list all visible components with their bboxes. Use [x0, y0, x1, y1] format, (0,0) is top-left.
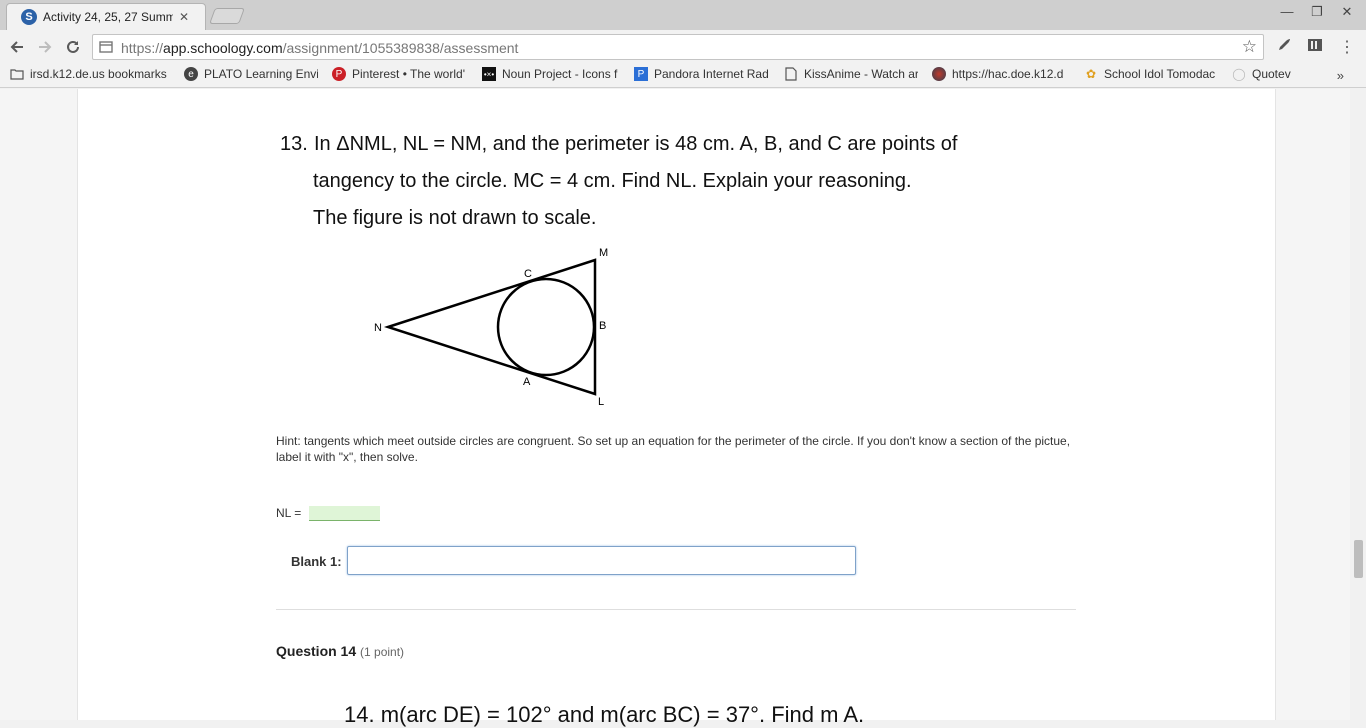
bookmark-item[interactable]: irsd.k12.de.us bookmarks [10, 67, 180, 81]
url-text: https://app.schoology.com/assignment/105… [121, 40, 519, 56]
page-scrollbar[interactable] [1350, 89, 1366, 720]
bookmark-item[interactable]: ◯ Quotev [1232, 67, 1302, 81]
new-tab-button[interactable] [209, 8, 245, 24]
inscribed-circle [496, 277, 596, 377]
close-window-icon[interactable]: ✕ [1332, 4, 1362, 20]
globe-icon [932, 67, 946, 81]
address-bar[interactable]: https://app.schoology.com/assignment/105… [92, 34, 1264, 60]
browser-tab[interactable]: S Activity 24, 25, 27 Summ ✕ [6, 3, 206, 30]
question-divider [276, 609, 1076, 610]
back-arrow-icon[interactable] [6, 36, 28, 58]
question-14-title: Question 14 [276, 643, 357, 659]
menu-icon[interactable]: ⋮ [1337, 37, 1357, 57]
bookmark-item[interactable]: •×• Noun Project - Icons f [482, 67, 620, 81]
tab-close-icon[interactable]: ✕ [179, 10, 189, 24]
rocket-extension-icon[interactable] [1274, 37, 1294, 57]
schoology-favicon-icon: S [21, 9, 37, 25]
question-14-header: Question 14 (1 point) [276, 643, 404, 659]
bookmark-item[interactable]: e PLATO Learning Envi [184, 67, 318, 81]
label-b: B [599, 320, 606, 332]
school-idol-icon: ✿ [1085, 67, 1097, 81]
bookmark-item[interactable]: ✿ School Idol Tomodac [1084, 67, 1220, 81]
more-bookmarks-icon[interactable]: » [1337, 68, 1344, 83]
page-info-icon[interactable] [99, 40, 113, 54]
bookmark-item[interactable]: KissAnime - Watch ar [784, 67, 918, 81]
tab-strip: S Activity 24, 25, 27 Summ ✕ — ❐ ✕ [0, 0, 1366, 30]
question-14-text: 14. m(arc DE) = 102° and m(arc BC) = 37°… [344, 702, 865, 727]
plato-icon: e [184, 67, 198, 81]
question-14-points: (1 point) [360, 645, 405, 659]
label-n: N [374, 322, 382, 334]
question-13-line-2: tangency to the circle. MC = 4 cm. Find … [313, 170, 912, 192]
bookmark-item[interactable]: P Pinterest • The world' [332, 67, 468, 81]
extension-panel-icon[interactable] [1305, 37, 1325, 57]
label-l: L [598, 396, 604, 408]
page-icon [784, 67, 798, 81]
bookmark-star-icon[interactable]: ☆ [1242, 37, 1257, 57]
question-13-line-1: 13. In ΔNML, NL = NM, and the perimeter i… [280, 133, 958, 155]
triangle-nml [383, 258, 597, 396]
quotev-icon: ◯ [1232, 67, 1246, 81]
hint-text: Hint: tangents which meet outside circle… [276, 434, 1071, 464]
blank-1-label: Blank 1: [291, 554, 342, 569]
label-m: M [599, 247, 608, 259]
page-viewport: 13. In ΔNML, NL = NM, and the perimeter i… [0, 89, 1366, 727]
minimize-icon[interactable]: — [1272, 4, 1302, 19]
nl-label: NL = [276, 506, 302, 520]
question-13-line-3: The figure is not drawn to scale. [313, 207, 597, 229]
bookmark-item[interactable]: https://hac.doe.k12.d [932, 67, 1070, 81]
reload-icon[interactable] [62, 36, 84, 58]
bookmark-item[interactable]: P Pandora Internet Rad [634, 67, 768, 81]
label-c: C [524, 268, 532, 280]
restore-icon[interactable]: ❐ [1302, 4, 1332, 20]
forward-arrow-icon[interactable] [34, 36, 56, 58]
browser-toolbar: https://app.schoology.com/assignment/105… [0, 30, 1366, 64]
blank-1-input[interactable] [347, 546, 856, 575]
tab-title: Activity 24, 25, 27 Summ [43, 10, 173, 24]
pandora-icon: P [634, 67, 648, 81]
bookmarks-bar: irsd.k12.de.us bookmarks e PLATO Learnin… [0, 64, 1366, 88]
pinterest-icon: P [332, 67, 346, 81]
noun-project-icon: •×• [482, 67, 496, 81]
scrollbar-thumb[interactable] [1354, 540, 1363, 578]
nl-blank-marker [309, 506, 380, 521]
triangle-circle-figure: M C N B A L [374, 247, 608, 408]
folder-icon [10, 67, 24, 81]
label-a: A [523, 376, 531, 388]
